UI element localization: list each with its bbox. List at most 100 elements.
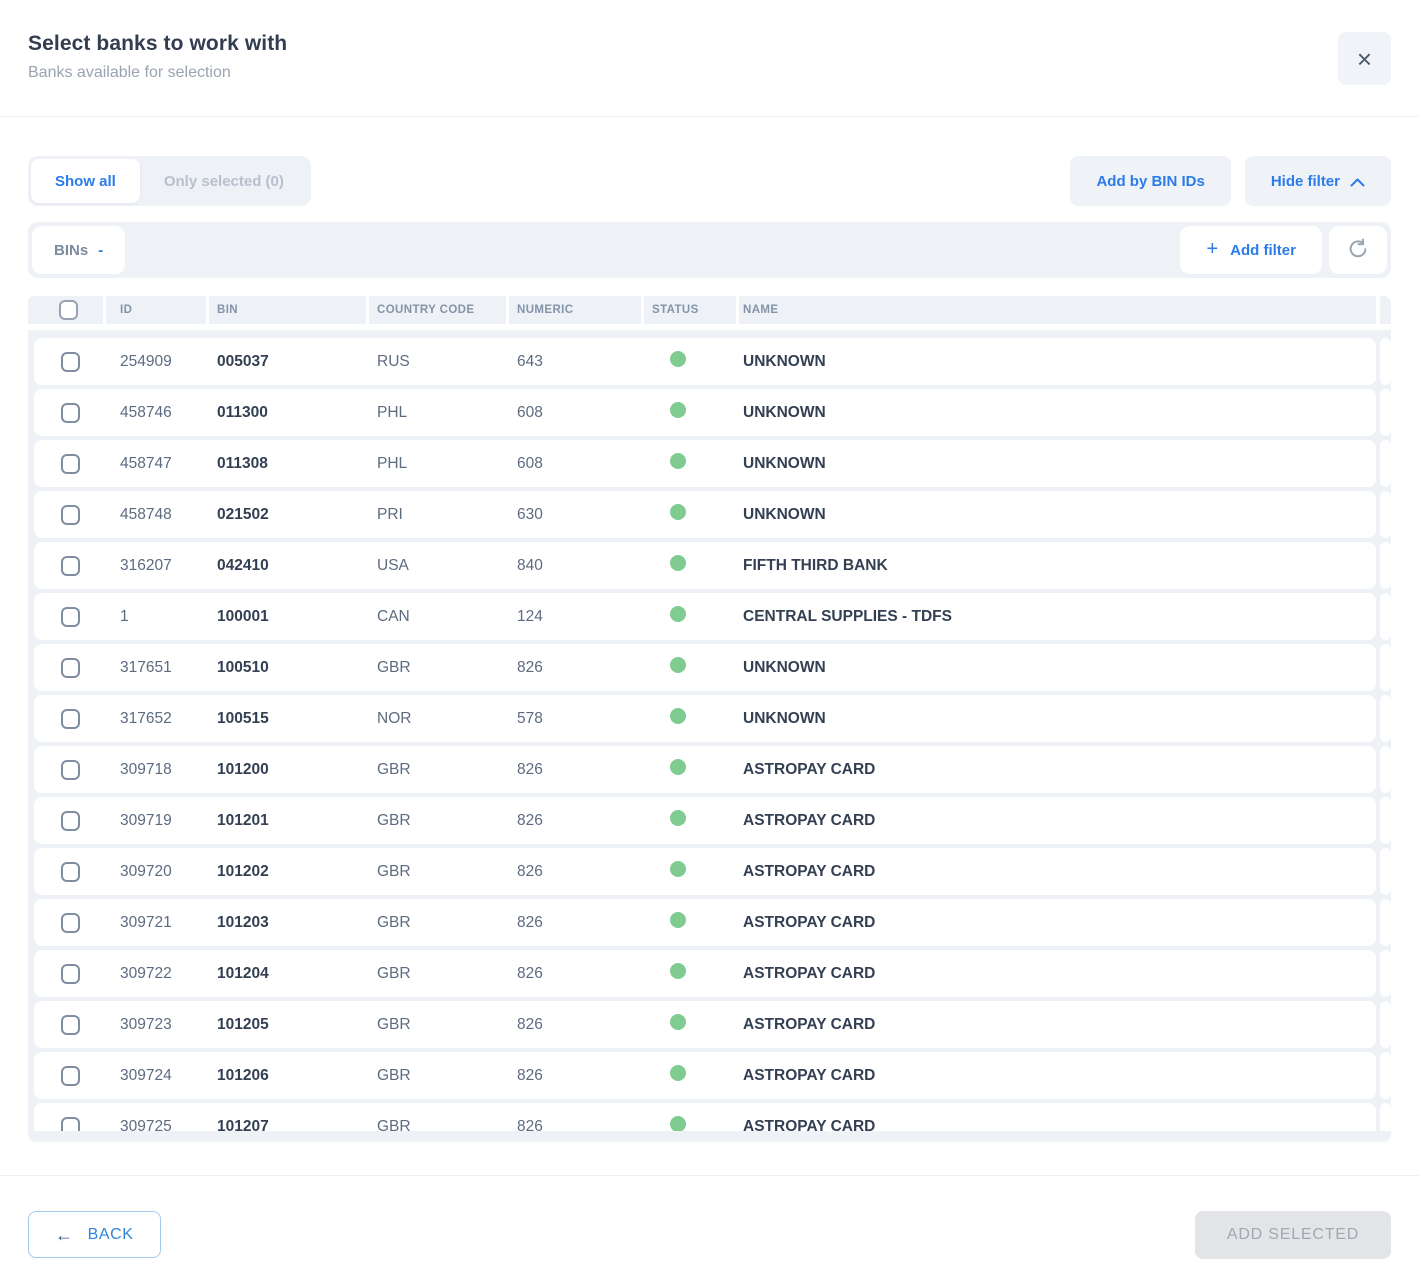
refresh-filters-button[interactable] — [1329, 226, 1387, 274]
status-active-dot-icon — [670, 1065, 686, 1081]
table-row[interactable]: 309722 101204 GBR 826 ASTROPAY CARD — [34, 950, 1391, 997]
row-checkbox[interactable] — [61, 403, 80, 423]
table-row[interactable]: 309718 101200 GBR 826 ASTROPAY CARD — [34, 746, 1391, 793]
row-select-cell — [34, 760, 106, 780]
cell-status — [644, 606, 739, 627]
status-active-dot-icon — [670, 963, 686, 979]
row-checkbox[interactable] — [61, 913, 80, 933]
table-row[interactable]: 317652 100515 NOR 578 UNKNOWN — [34, 695, 1391, 742]
cell-numeric: 826 — [509, 1016, 644, 1034]
table-row[interactable]: 1 100001 CAN 124 CENTRAL SUPPLIES - TDFS — [34, 593, 1391, 640]
cell-id: 458748 — [106, 506, 209, 524]
cell-status — [644, 453, 739, 474]
cell-bin: 101203 — [209, 914, 369, 932]
table-row[interactable]: 458747 011308 PHL 608 UNKNOWN — [34, 440, 1391, 487]
close-button[interactable]: × — [1338, 32, 1391, 85]
cell-country-code: GBR — [369, 761, 509, 779]
add-by-bin-ids-button[interactable]: Add by BIN IDs — [1070, 156, 1230, 206]
tab-only-selected[interactable]: Only selected (0) — [140, 159, 308, 203]
column-header-status: STATUS — [644, 296, 739, 324]
row-checkbox[interactable] — [61, 1066, 80, 1086]
cell-numeric: 826 — [509, 1067, 644, 1085]
row-checkbox[interactable] — [61, 1015, 80, 1035]
status-active-dot-icon — [670, 861, 686, 877]
table-row[interactable]: 317651 100510 GBR 826 UNKNOWN — [34, 644, 1391, 691]
table-row[interactable]: 458746 011300 PHL 608 UNKNOWN — [34, 389, 1391, 436]
table-row-card: 317651 100510 GBR 826 UNKNOWN — [34, 644, 1376, 691]
row-select-cell — [34, 1066, 106, 1086]
cell-country-code: NOR — [369, 710, 509, 728]
table-row-end-segment — [1380, 440, 1391, 487]
cell-id: 309723 — [106, 1016, 209, 1034]
table-body[interactable]: 254909 005037 RUS 643 UNKNOWN 458746 011… — [28, 330, 1391, 1142]
cell-country-code: RUS — [369, 353, 509, 371]
back-button[interactable]: ← BACK — [28, 1211, 161, 1258]
row-select-cell — [34, 352, 106, 372]
cell-id: 317652 — [106, 710, 209, 728]
table-row[interactable]: 309719 101201 GBR 826 ASTROPAY CARD — [34, 797, 1391, 844]
filter-chip-bins[interactable]: BINs - — [32, 226, 125, 274]
row-checkbox[interactable] — [61, 964, 80, 984]
cell-bin: 101206 — [209, 1067, 369, 1085]
cell-bin: 101205 — [209, 1016, 369, 1034]
table-row-end-segment — [1380, 338, 1391, 385]
cell-name: CENTRAL SUPPLIES - TDFS — [739, 608, 1376, 626]
cell-id: 317651 — [106, 659, 209, 677]
cell-numeric: 840 — [509, 557, 644, 575]
row-checkbox[interactable] — [61, 658, 80, 678]
row-checkbox[interactable] — [61, 607, 80, 627]
table-row-card: 309720 101202 GBR 826 ASTROPAY CARD — [34, 848, 1376, 895]
column-header-name: NAME — [739, 296, 1376, 324]
cell-status — [644, 504, 739, 525]
cell-bin: 100510 — [209, 659, 369, 677]
hide-filter-button[interactable]: Hide filter — [1245, 156, 1391, 206]
cell-name: ASTROPAY CARD — [739, 863, 1376, 881]
table-row[interactable]: 309724 101206 GBR 826 ASTROPAY CARD — [34, 1052, 1391, 1099]
row-checkbox[interactable] — [61, 505, 80, 525]
row-checkbox[interactable] — [61, 556, 80, 576]
table-row[interactable]: 316207 042410 USA 840 FIFTH THIRD BANK — [34, 542, 1391, 589]
table-row[interactable]: 458748 021502 PRI 630 UNKNOWN — [34, 491, 1391, 538]
table-row[interactable]: 309721 101203 GBR 826 ASTROPAY CARD — [34, 899, 1391, 946]
status-active-dot-icon — [670, 759, 686, 775]
cell-id: 309725 — [106, 1118, 209, 1132]
cell-numeric: 826 — [509, 659, 644, 677]
tab-show-all[interactable]: Show all — [31, 159, 140, 203]
row-checkbox[interactable] — [61, 862, 80, 882]
row-select-cell — [34, 913, 106, 933]
cell-status — [644, 1014, 739, 1035]
table-row-card: 254909 005037 RUS 643 UNKNOWN — [34, 338, 1376, 385]
row-checkbox[interactable] — [61, 811, 80, 831]
row-select-cell — [34, 964, 106, 984]
add-filter-button[interactable]: + Add filter — [1180, 226, 1322, 274]
row-checkbox[interactable] — [61, 352, 80, 372]
table-row-end-segment — [1380, 644, 1391, 691]
cell-id: 309719 — [106, 812, 209, 830]
cell-name: UNKNOWN — [739, 659, 1376, 677]
dialog-header: Select banks to work with Banks availabl… — [0, 0, 1419, 117]
status-active-dot-icon — [670, 810, 686, 826]
status-active-dot-icon — [670, 606, 686, 622]
cell-numeric: 124 — [509, 608, 644, 626]
cell-numeric: 630 — [509, 506, 644, 524]
cell-status — [644, 810, 739, 831]
cell-status — [644, 657, 739, 678]
cell-name: ASTROPAY CARD — [739, 1118, 1376, 1132]
table-row-end-segment — [1380, 1103, 1391, 1131]
table-row[interactable]: 309723 101205 GBR 826 ASTROPAY CARD — [34, 1001, 1391, 1048]
add-selected-button[interactable]: ADD SELECTED — [1195, 1211, 1391, 1259]
cell-country-code: USA — [369, 557, 509, 575]
row-checkbox[interactable] — [61, 760, 80, 780]
row-checkbox[interactable] — [61, 1117, 80, 1132]
row-checkbox[interactable] — [61, 454, 80, 474]
table-row[interactable]: 254909 005037 RUS 643 UNKNOWN — [34, 338, 1391, 385]
table-row-end-segment — [1380, 746, 1391, 793]
table-row[interactable]: 309720 101202 GBR 826 ASTROPAY CARD — [34, 848, 1391, 895]
select-all-checkbox[interactable] — [59, 300, 78, 320]
row-checkbox[interactable] — [61, 709, 80, 729]
cell-bin: 011300 — [209, 404, 369, 422]
row-select-cell — [34, 1015, 106, 1035]
cell-country-code: GBR — [369, 863, 509, 881]
table-row[interactable]: 309725 101207 GBR 826 ASTROPAY CARD — [34, 1103, 1391, 1131]
back-label: BACK — [88, 1226, 134, 1244]
